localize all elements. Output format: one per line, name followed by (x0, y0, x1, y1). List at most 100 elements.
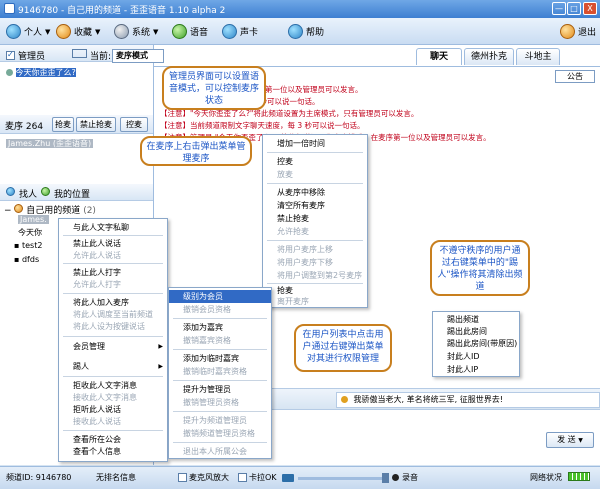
record-button[interactable]: 录音 (392, 472, 418, 483)
menu-item[interactable]: 控麦 (263, 155, 367, 168)
menu-item: 撤销嘉宾资格 (183, 336, 231, 345)
rank-info: 无排名信息 (96, 473, 136, 482)
menu-item[interactable]: 从麦序中移除 (263, 186, 367, 199)
menu-item[interactable]: 添加为临时嘉宾 (169, 352, 271, 365)
current-label: 当前: (90, 52, 112, 62)
user-row-james[interactable]: James. (18, 215, 49, 224)
help-icon (288, 24, 303, 39)
toolbar-personal[interactable]: 个人 ▼ (6, 22, 50, 41)
menu-item: 撤销管理员资格 (183, 398, 239, 407)
phrase-icon (341, 396, 348, 403)
toolbar-system[interactable]: 系统 ▼ (114, 22, 158, 41)
forbid-grab-button[interactable]: 禁止抢麦 (76, 117, 116, 132)
karaoke-checkbox[interactable]: 卡拉OK (238, 472, 277, 483)
menu-item: 撤销频道管理员资格 (183, 429, 255, 438)
voice-icon (6, 69, 13, 76)
menu-item: 撤销临时嘉宾资格 (183, 367, 247, 376)
menu-item: 退出本人所属公会 (183, 447, 247, 456)
location-icon (41, 187, 51, 196)
menu-item: 将用户麦序上移 (277, 245, 333, 254)
toolbar-soundcard[interactable]: 声卡 (222, 22, 258, 41)
user-row-today[interactable]: 今天你 (18, 227, 42, 238)
announcement-row[interactable]: 今天你歪歪了么? (6, 67, 76, 78)
toolbar: 个人 ▼ 收藏 ▼ 系统 ▼ 语音 声卡 帮助 退出 (0, 18, 600, 45)
menu-item[interactable]: 封此人ID (433, 350, 519, 363)
queue-context-menu: 增加一倍时间 控麦 放麦 从麦序中移除 清空所有麦序 禁止抢麦 允许抢麦 将用户… (262, 134, 368, 308)
callout-kick: 不遵守秩序的用户通过右键菜单中的"踢人"操作将其清除出频道 (430, 240, 530, 296)
menu-item: 接收此人说话 (73, 417, 121, 426)
menu-item[interactable]: 清空所有麦序 (263, 199, 367, 212)
signal-icon (568, 472, 590, 482)
menu-item-kick[interactable]: 踢人 ▶ (59, 360, 167, 373)
kick-submenu: 踢出频道 踢出此房间 踢出此房间(带原因) 封此人ID 封此人IP (432, 311, 520, 377)
menu-item[interactable]: 增加一倍时间 (263, 137, 367, 150)
phone-icon (172, 24, 187, 39)
speaker-icon (282, 474, 294, 482)
admin-checkbox[interactable]: 管理员 (6, 49, 45, 62)
find-row: 找人 我的位置 (6, 187, 90, 200)
sound-icon (222, 24, 237, 39)
menu-item: 放麦 (277, 170, 293, 179)
volume-thumb[interactable] (382, 473, 389, 483)
user-row-test2[interactable]: ▪ test2 (14, 241, 42, 250)
recent-phrase[interactable]: 我骄傲当老大, 革名将统三军, 征服世界去! (336, 392, 600, 408)
menu-item[interactable]: 查看个人信息 (59, 445, 167, 458)
tab-landlord[interactable]: 斗地主 (516, 48, 560, 65)
channel-icon (14, 204, 24, 213)
menu-item: 允许抢麦 (277, 227, 309, 236)
menu-item[interactable]: 踢出此房间(带原因) (433, 337, 519, 350)
minimize-button[interactable]: — (552, 2, 566, 15)
close-button[interactable]: X (583, 2, 597, 15)
chevron-down-icon: ▼ (578, 437, 583, 444)
menu-item[interactable]: 封此人IP (433, 363, 519, 376)
person-icon (6, 24, 21, 39)
menu-item[interactable]: 添加为嘉宾 (169, 321, 271, 334)
menu-item: 撤销会员资格 (183, 305, 231, 314)
my-location-button[interactable]: 我的位置 (54, 187, 90, 200)
menu-item-member-manage[interactable]: 会员管理 ▶ (59, 340, 167, 353)
channel-id: 频道ID: 9146780 (6, 473, 72, 482)
menu-item: 离开麦序 (277, 297, 309, 306)
volume-slider[interactable] (298, 477, 384, 480)
menu-item[interactable]: 提升为管理员 (169, 383, 271, 396)
gear-icon (114, 24, 129, 39)
callout-userlist: 在用户列表中点击用户通过右键弹出菜单对其进行权限管理 (294, 324, 392, 372)
toolbar-help[interactable]: 帮助 (288, 22, 324, 41)
queue-label: 麦序 264 (5, 122, 44, 132)
menu-item[interactable]: 级别为会员 (169, 290, 271, 303)
menu-item[interactable]: 与此人文字私聊 (59, 221, 167, 234)
message: 【注意】当前频道限制文字聊天速度，每 3 秒可以说一句话。 (160, 121, 365, 130)
toolbar-exit[interactable]: 退出 (560, 22, 596, 41)
queue-user-row[interactable]: James.Zhu (歪歪语音) (6, 138, 94, 149)
toolbar-favorites[interactable]: 收藏 ▼ (56, 22, 100, 41)
app-icon (4, 3, 15, 14)
mic-amp-checkbox[interactable]: 麦克风放大 (178, 472, 229, 483)
callout-queue: 在麦序上右击弹出菜单管理麦序 (140, 136, 252, 166)
tab-texas-poker[interactable]: 德州扑克 (464, 48, 514, 65)
callout-admin: 管理员界面可以设置语音模式，可以控制麦序状态 (162, 66, 266, 110)
menu-item[interactable]: 禁止抢麦 (263, 212, 367, 225)
user-context-menu: 与此人文字私聊 禁止此人说话 允许此人说话 禁止此人打字 允许此人打字 将此人加… (58, 218, 168, 462)
maximize-button[interactable]: □ (567, 2, 581, 15)
menu-item: 允许此人说话 (73, 251, 121, 260)
send-button[interactable]: 发 送 ▼ (546, 432, 594, 448)
menu-item: 将用户麦序下移 (277, 258, 333, 267)
chevron-right-icon: ▶ (158, 363, 163, 370)
user-row-dfds[interactable]: ▪ dfds (14, 255, 39, 264)
toolbar-voice[interactable]: 语音 (172, 22, 208, 41)
member-submenu: 级别为会员 撤销会员资格 添加为嘉宾 撤销嘉宾资格 添加为临时嘉宾 撤销临时嘉宾… (168, 287, 272, 459)
title-bar: 9146780 - 自己用的频道 - 歪歪语音 1.10 alpha 2 — □… (0, 0, 600, 18)
window-title: 9146780 - 自己用的频道 - 歪歪语音 1.10 alpha 2 (18, 6, 226, 16)
status-bar: 频道ID: 9146780 无排名信息 麦克风放大 卡拉OK 录音 网络状况 (0, 466, 600, 489)
notice-button[interactable]: 公告 (555, 70, 595, 83)
mode-select[interactable]: 麦序模式 (112, 49, 164, 63)
grab-mic-button[interactable]: 抢麦 (52, 117, 74, 132)
tab-chat[interactable]: 聊天 (416, 48, 462, 65)
lock-icon: ▪ (14, 255, 20, 264)
exit-icon (560, 24, 575, 39)
control-mic-button[interactable]: 控麦 (120, 117, 148, 132)
find-button[interactable]: 找人 (19, 187, 37, 200)
network-status: 网络状况 (530, 473, 562, 482)
menu-item: 允许此人打字 (73, 280, 121, 289)
chevron-right-icon: ▶ (158, 343, 163, 350)
